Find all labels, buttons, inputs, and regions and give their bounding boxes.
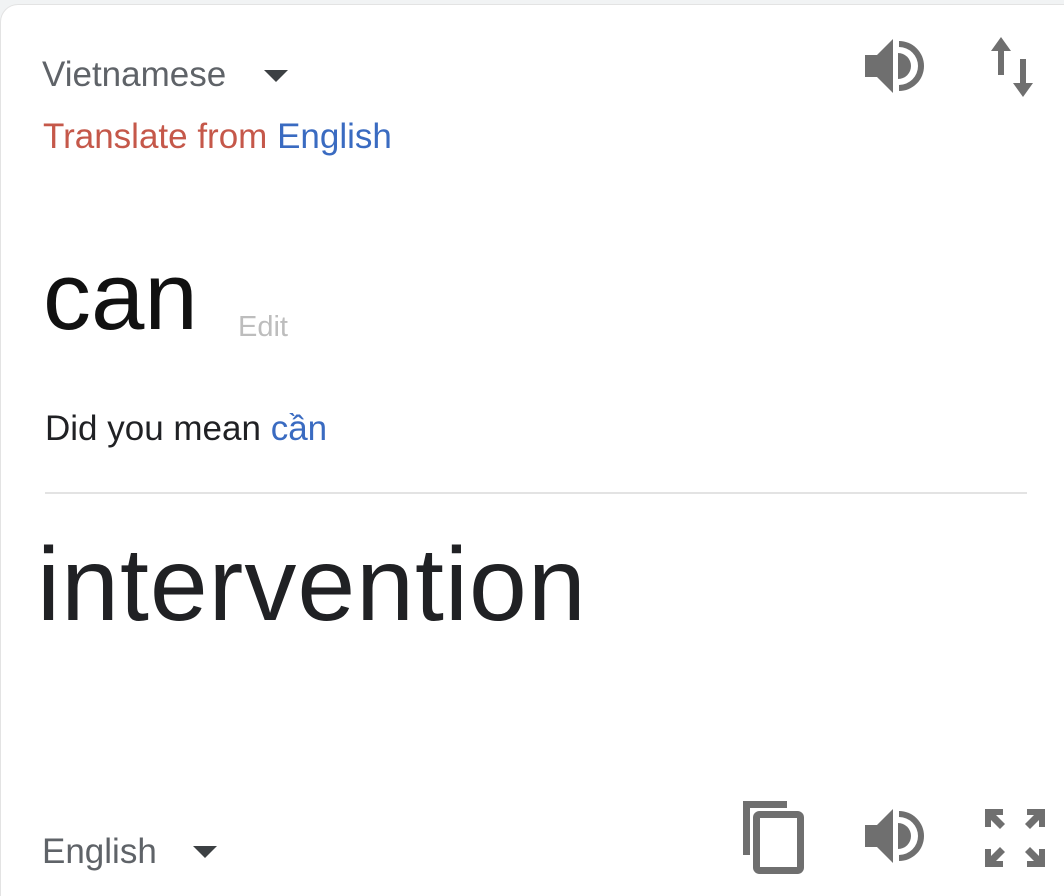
source-text: can [43, 243, 198, 350]
source-language-label: Vietnamese [42, 55, 227, 94]
did-you-mean: Did you mean cần [45, 409, 327, 449]
swap-languages-icon[interactable] [989, 35, 1039, 101]
did-you-mean-suggestion-link[interactable]: cần [271, 409, 327, 448]
chevron-down-icon [264, 70, 289, 82]
target-language-select[interactable]: English [42, 832, 217, 872]
edit-button[interactable]: Edit [238, 311, 288, 344]
speaker-icon[interactable] [863, 805, 925, 867]
divider [45, 492, 1027, 494]
speaker-icon[interactable] [863, 35, 925, 97]
translate-from-prefix: Translate from [43, 117, 268, 156]
did-you-mean-prefix: Did you mean [45, 409, 261, 448]
translate-from-language-link[interactable]: English [277, 117, 392, 156]
translation-text: intervention [37, 527, 587, 643]
translate-card: Vietnamese Translate from English can Ed… [0, 4, 1064, 896]
fullscreen-icon[interactable] [983, 807, 1047, 869]
target-language-label: English [42, 832, 157, 871]
copy-icon[interactable] [737, 799, 807, 877]
chevron-down-icon [192, 846, 217, 858]
source-language-select[interactable]: Vietnamese [42, 55, 289, 95]
translate-from-notice: Translate from English [43, 117, 392, 157]
